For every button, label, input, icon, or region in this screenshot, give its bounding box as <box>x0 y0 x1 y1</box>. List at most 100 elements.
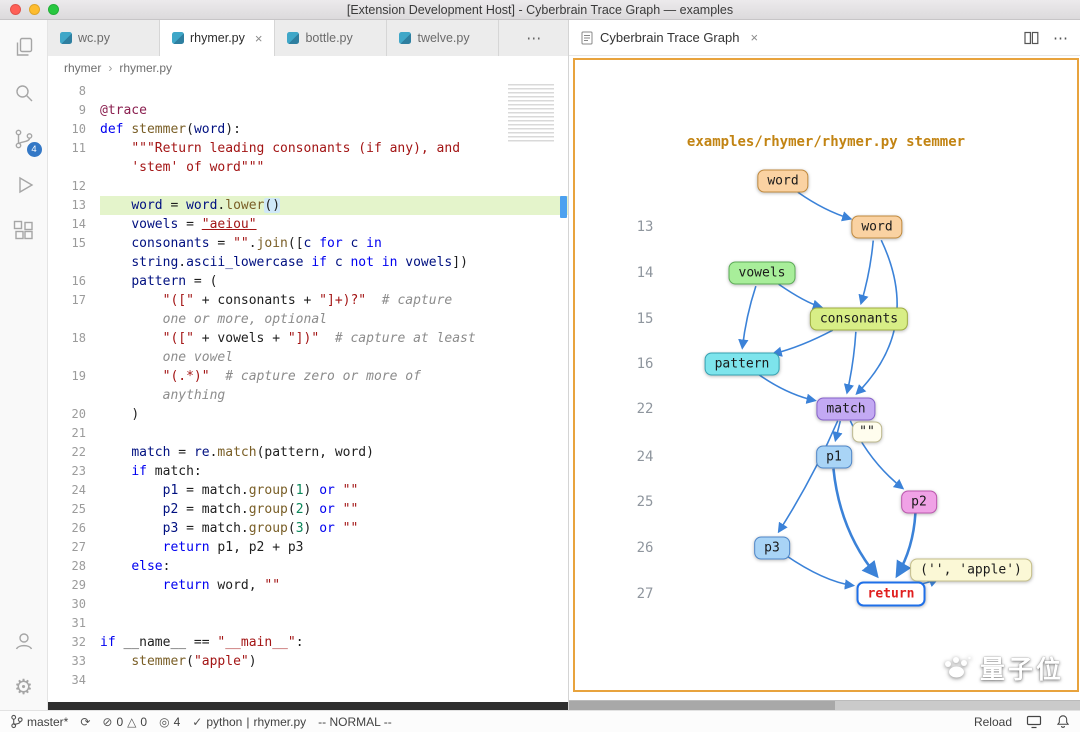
tab-bottle-py[interactable]: bottle.py <box>275 20 387 56</box>
tab-cyberbrain-trace-graph[interactable]: Cyberbrain Trace Graph × <box>581 30 758 45</box>
more-actions-icon[interactable]: ⋯ <box>1053 29 1068 47</box>
code-line[interactable]: 28 else: <box>48 557 568 576</box>
code-text <box>100 671 568 690</box>
graph-node-empty-str[interactable]: "" <box>852 422 882 443</box>
git-branch-item[interactable]: master* <box>10 714 68 729</box>
code-line[interactable]: 30 <box>48 595 568 614</box>
graph-node-consonants[interactable]: consonants <box>810 308 908 331</box>
extensions-icon[interactable] <box>9 216 39 246</box>
code-line[interactable]: string.ascii_lowercase if c not in vowel… <box>48 253 568 272</box>
graph-node-p1[interactable]: p1 <box>816 446 852 469</box>
graph-node-result[interactable]: ('', 'apple') <box>910 559 1032 582</box>
code-line[interactable]: 9@trace <box>48 101 568 120</box>
line-number: 9 <box>48 101 100 120</box>
code-text: anything <box>100 386 568 405</box>
code-text: word = word.lower() <box>100 196 568 215</box>
code-line[interactable]: 18 "([" + vowels + "])" # capture at lea… <box>48 329 568 348</box>
code-line[interactable]: 22 match = re.match(pattern, word) <box>48 443 568 462</box>
bell-icon[interactable] <box>1056 714 1070 729</box>
code-line[interactable]: 29 return word, "" <box>48 576 568 595</box>
code-line[interactable]: one or more, optional <box>48 310 568 329</box>
breadcrumb-folder[interactable]: rhymer <box>64 61 101 75</box>
graph-node-vowels[interactable]: vowels <box>729 262 796 285</box>
git-branch-icon <box>10 714 23 729</box>
code-line[interactable]: 15 consonants = "".join([c for c in <box>48 234 568 253</box>
panel-horizontal-scrollbar[interactable] <box>569 700 1080 710</box>
code-line[interactable]: 31 <box>48 614 568 633</box>
graph-node-return[interactable]: return <box>857 582 926 607</box>
code-line[interactable]: 17 "([" + consonants + "]+)?" # capture <box>48 291 568 310</box>
explorer-icon[interactable] <box>9 32 39 62</box>
code-line[interactable]: 33 stemmer("apple") <box>48 652 568 671</box>
sync-icon: ⟳ <box>80 715 90 729</box>
python-file-icon <box>172 32 184 44</box>
code-line[interactable]: 23 if match: <box>48 462 568 481</box>
code-line[interactable]: 16 pattern = ( <box>48 272 568 291</box>
graph-node-p3[interactable]: p3 <box>754 537 790 560</box>
code-line[interactable]: 24 p1 = match.group(1) or "" <box>48 481 568 500</box>
code-line[interactable]: 14 vowels = "aeiou" <box>48 215 568 234</box>
graph-node-word-arg[interactable]: word <box>757 170 808 193</box>
screencast-icon[interactable] <box>1026 715 1042 729</box>
reload-button[interactable]: Reload <box>974 715 1012 729</box>
tab-rhymer-py[interactable]: rhymer.py × <box>160 20 275 56</box>
code-line[interactable]: 11 """Return leading consonants (if any)… <box>48 139 568 158</box>
code-editor[interactable]: 89@trace10def stemmer(word):11 """Return… <box>48 80 568 702</box>
graph-node-p2[interactable]: p2 <box>901 491 937 514</box>
trace-graph-canvas[interactable]: examples/rhymer/rhymer.py stemmer 131415… <box>575 60 1077 690</box>
code-line[interactable]: one vowel <box>48 348 568 367</box>
code-text: one or more, optional <box>100 310 568 329</box>
interpreter-item[interactable]: ✓ python | rhymer.py <box>192 715 306 729</box>
close-window-button[interactable] <box>10 4 21 15</box>
line-number: 33 <box>48 652 100 671</box>
tab-close-icon[interactable]: × <box>255 31 263 46</box>
graph-node-pattern[interactable]: pattern <box>705 353 780 376</box>
tab-close-icon[interactable]: × <box>750 30 758 45</box>
code-line[interactable]: 'stem' of word""" <box>48 158 568 177</box>
code-line[interactable]: 8 <box>48 82 568 101</box>
tab-wc-py[interactable]: wc.py <box>48 20 160 56</box>
more-tabs-icon[interactable]: ⋯ <box>499 20 568 56</box>
graph-node-word[interactable]: word <box>851 216 902 239</box>
code-line[interactable]: 25 p2 = match.group(2) or "" <box>48 500 568 519</box>
code-line[interactable]: 21 <box>48 424 568 443</box>
code-line[interactable]: 26 p3 = match.group(3) or "" <box>48 519 568 538</box>
graph-edge-vowels-to-consonants <box>779 284 821 307</box>
python-file-icon <box>60 32 72 44</box>
code-line[interactable]: 34 <box>48 671 568 690</box>
tab-twelve-py[interactable]: twelve.py <box>387 20 499 56</box>
code-text: vowels = "aeiou" <box>100 215 568 234</box>
vim-mode-item[interactable]: -- NORMAL -- <box>318 715 392 729</box>
error-icon: ⊘ <box>102 715 112 729</box>
editor-horizontal-scrollbar[interactable] <box>48 702 568 710</box>
code-line[interactable]: 10def stemmer(word): <box>48 120 568 139</box>
run-debug-icon[interactable] <box>9 170 39 200</box>
active-file-name: rhymer.py <box>253 715 306 729</box>
breadcrumb-file[interactable]: rhymer.py <box>119 61 172 75</box>
line-number: 15 <box>48 234 100 253</box>
settings-gear-icon[interactable]: ⚙ <box>9 672 39 702</box>
graph-node-match[interactable]: match <box>816 398 875 421</box>
split-editor-icon[interactable] <box>1024 31 1039 45</box>
code-line[interactable]: 12 <box>48 177 568 196</box>
account-icon[interactable] <box>9 626 39 656</box>
code-line[interactable]: 19 "(.*)" # capture zero or more of <box>48 367 568 386</box>
code-line[interactable]: 20 ) <box>48 405 568 424</box>
source-control-icon[interactable]: 4 <box>9 124 39 154</box>
minimize-window-button[interactable] <box>29 4 40 15</box>
search-icon[interactable] <box>9 78 39 108</box>
problems-item[interactable]: ⊘ 0 △ 0 <box>102 715 147 729</box>
zoom-window-button[interactable] <box>48 4 59 15</box>
minimap[interactable] <box>508 84 554 142</box>
code-line[interactable]: 13 word = word.lower() <box>48 196 568 215</box>
code-line[interactable]: 32if __name__ == "__main__": <box>48 633 568 652</box>
code-line[interactable]: 27 return p1, p2 + p3 <box>48 538 568 557</box>
code-line[interactable]: anything <box>48 386 568 405</box>
frame-count-item[interactable]: ◎ 4 <box>159 715 180 729</box>
sync-item[interactable]: ⟳ <box>80 715 90 729</box>
panel-tab-bar: Cyberbrain Trace Graph × ⋯ <box>569 20 1080 56</box>
code-text: def stemmer(word): <box>100 120 568 139</box>
check-icon: ✓ <box>192 715 202 729</box>
line-number: 19 <box>48 367 100 386</box>
graph-edge-word-to-consonants <box>861 241 873 304</box>
